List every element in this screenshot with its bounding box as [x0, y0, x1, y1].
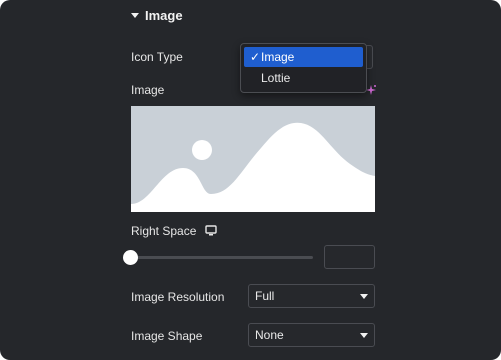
image-resolution-label: Image Resolution — [131, 290, 225, 304]
icon-type-option-lottie[interactable]: Lottie — [244, 68, 363, 88]
right-space-slider-track[interactable] — [131, 256, 313, 259]
icon-type-dropdown: ✓Image Lottie — [240, 43, 367, 93]
page: Image Icon Type Image Right Space Image … — [0, 0, 501, 360]
chevron-down-icon — [360, 333, 368, 338]
placeholder-mountain — [131, 122, 375, 212]
desktop-icon[interactable] — [205, 225, 217, 236]
right-space-slider-handle[interactable] — [123, 250, 138, 265]
image-shape-select[interactable]: None — [248, 323, 375, 347]
image-resolution-value: Full — [255, 289, 275, 303]
option-label: Lottie — [261, 71, 291, 85]
section-toggle-image[interactable]: Image — [131, 6, 183, 24]
option-label: Image — [261, 50, 295, 64]
image-upload-placeholder[interactable] — [131, 106, 375, 212]
right-space-label: Right Space — [131, 224, 197, 238]
settings-panel: Image Icon Type Image Right Space Image … — [0, 0, 501, 360]
chevron-down-icon — [360, 294, 368, 299]
image-shape-label: Image Shape — [131, 329, 203, 343]
placeholder-sun — [192, 140, 212, 160]
image-resolution-select[interactable]: Full — [248, 284, 375, 308]
section-title: Image — [145, 7, 183, 23]
placeholder-graphic — [131, 122, 375, 212]
caret-down-icon — [131, 12, 139, 18]
check-icon: ✓ — [250, 50, 261, 64]
icon-type-label: Icon Type — [131, 50, 183, 64]
right-space-input[interactable] — [324, 245, 375, 269]
image-label: Image — [131, 83, 165, 97]
image-shape-value: None — [255, 328, 284, 342]
icon-type-option-image[interactable]: ✓Image — [244, 47, 363, 67]
